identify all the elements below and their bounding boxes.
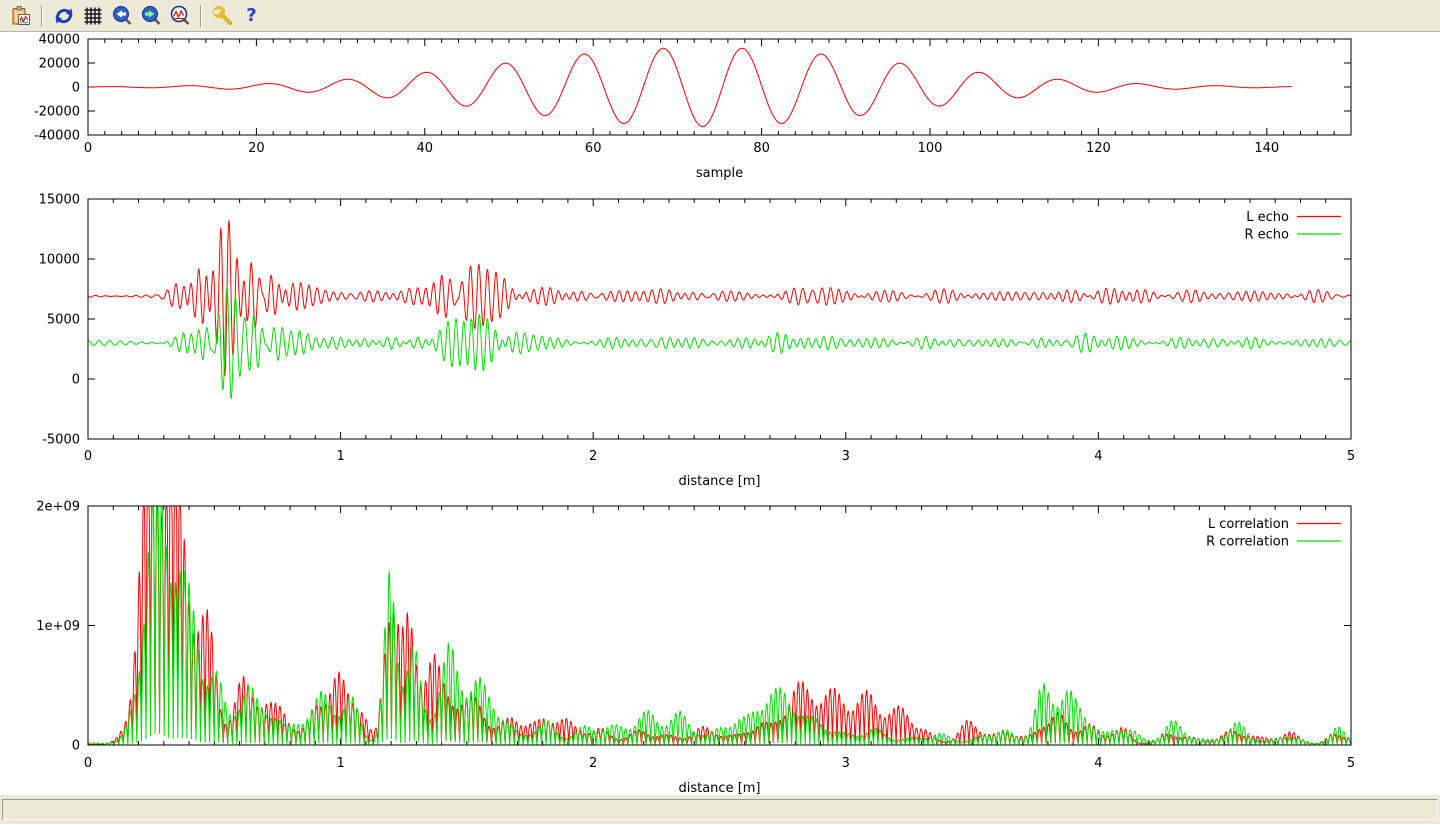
status-bar	[0, 794, 1440, 824]
y-tick-label: -20000	[34, 105, 80, 120]
x-tick-label: 2	[589, 756, 597, 771]
series-line-r-echo	[88, 287, 1351, 399]
help-button[interactable]: ?	[237, 2, 266, 30]
legend-label: L correlation	[1208, 517, 1289, 532]
settings-button[interactable]	[208, 2, 237, 30]
x-tick-label: 4	[1094, 756, 1102, 771]
x-tick-label: 120	[1086, 141, 1111, 156]
ticks	[88, 39, 1351, 135]
zoom-previous-button[interactable]	[107, 2, 136, 30]
x-tick-label: 1	[336, 756, 344, 771]
x-tick-label: 3	[842, 449, 850, 464]
plot-frame	[88, 199, 1351, 439]
x-tick-label: 4	[1094, 449, 1102, 464]
toolbar-separator	[41, 5, 43, 27]
series-line-l-echo	[88, 221, 1351, 376]
ticks	[88, 199, 1351, 439]
autoscale-button[interactable]	[165, 2, 194, 30]
replot-icon	[53, 5, 75, 27]
signal-plot[interactable]: 0 20 40 60 80 100 120 140 -40000 -20000 0 20000 4000…	[0, 32, 1440, 184]
legend-label: L echo	[1246, 210, 1289, 225]
x-tick-label: 100	[918, 141, 943, 156]
y-tick-label: 0	[72, 739, 80, 754]
x-tick-label: 5	[1347, 756, 1355, 771]
echo-plot[interactable]: 0 1 2 3 4 5 -5000 0 5000 10000 15000 distance [m] L …	[0, 184, 1440, 492]
zoom-next-button[interactable]	[136, 2, 165, 30]
y-tick-label: 15000	[39, 193, 80, 208]
x-tick-label: 80	[753, 141, 770, 156]
y-tick-label: 40000	[39, 33, 80, 48]
plot-frame	[88, 506, 1351, 745]
series-line-l-correlation	[88, 506, 1351, 745]
toolbar: ?	[0, 0, 1440, 32]
x-tick-label: 5	[1347, 449, 1355, 464]
y-tick-label: 5000	[47, 313, 80, 328]
x-tick-label: 2	[589, 449, 597, 464]
series-line-signal	[88, 48, 1292, 126]
y-tick-label: 1e+09	[36, 619, 80, 634]
x-tick-label: 60	[585, 141, 602, 156]
y-tick-label: -40000	[34, 129, 80, 144]
copy-plot-button[interactable]	[6, 2, 35, 30]
toolbar-separator	[200, 5, 202, 27]
x-tick-label: 140	[1254, 141, 1279, 156]
grid-icon	[82, 5, 104, 27]
y-tick-label: 10000	[39, 253, 80, 268]
x-tick-label: 3	[842, 756, 850, 771]
y-tick-label: 20000	[39, 57, 80, 72]
correlation-plot[interactable]: 0 1 2 3 4 5 0 1e+09 2e+09 distance [m] L correlati…	[0, 492, 1440, 794]
autoscale-icon	[169, 5, 191, 27]
gnuplot-window: ? 020406080100120140-40000-2000002000040…	[0, 0, 1440, 825]
replot-button[interactable]	[49, 2, 78, 30]
y-tick-label: 0	[72, 81, 80, 96]
help-icon: ?	[246, 6, 256, 26]
grid-button[interactable]	[78, 2, 107, 30]
x-tick-label: 40	[417, 141, 434, 156]
zoom-previous-icon	[111, 5, 133, 27]
wrench-icon	[212, 5, 234, 27]
x-tick-label: 0	[84, 449, 92, 464]
y-tick-label: -5000	[42, 433, 80, 448]
status-field	[2, 799, 1438, 820]
x-tick-label: 0	[84, 141, 92, 156]
x-axis-label: distance [m]	[678, 781, 760, 794]
x-tick-label: 1	[336, 449, 344, 464]
x-axis-label: distance [m]	[678, 474, 760, 489]
zoom-next-icon	[140, 5, 162, 27]
ticks	[88, 506, 1351, 745]
x-tick-label: 20	[248, 141, 265, 156]
plot-frame	[88, 39, 1351, 135]
series-line-r-correlation	[88, 506, 1351, 745]
x-tick-label: 0	[84, 756, 92, 771]
plot-canvas: 020406080100120140-40000-200000200004000…	[0, 32, 1440, 794]
y-tick-label: 0	[72, 373, 80, 388]
copy-plot-icon	[10, 5, 32, 27]
legend-label: R echo	[1244, 228, 1289, 243]
x-axis-label: sample	[696, 166, 743, 181]
y-tick-label: 2e+09	[36, 500, 80, 515]
legend-label: R correlation	[1206, 535, 1289, 550]
